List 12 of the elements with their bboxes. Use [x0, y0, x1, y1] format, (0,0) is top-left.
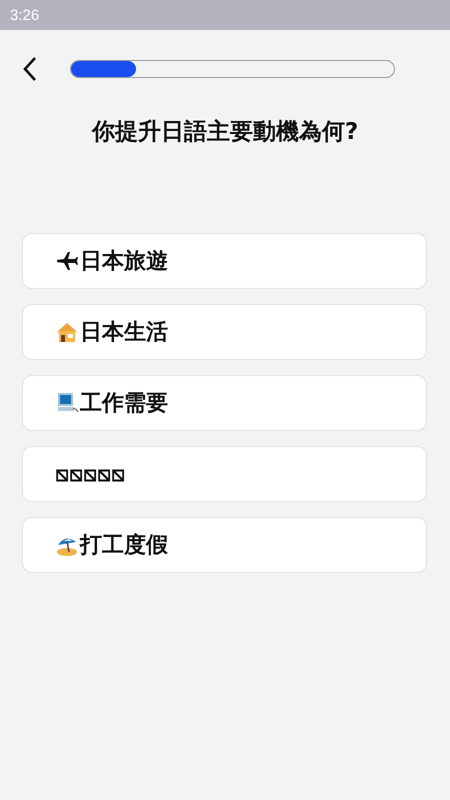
back-chevron-icon [22, 56, 38, 82]
computer-icon [55, 391, 79, 415]
answer-option[interactable]: 日本旅遊 [22, 233, 427, 289]
house-icon [55, 320, 79, 344]
answer-option[interactable]: ⧅⧅⧅⧅⧅ [22, 446, 427, 502]
answer-option[interactable]: 工作需要 [22, 375, 427, 431]
plane-icon [55, 249, 79, 273]
question-title: 你提升日語主要動機為何? [90, 118, 360, 147]
answer-option[interactable]: 日本生活 [22, 304, 427, 360]
answer-option[interactable]: 打工度假 [22, 517, 427, 573]
status-time: 3:26 [10, 6, 40, 24]
back-button[interactable] [22, 56, 38, 82]
